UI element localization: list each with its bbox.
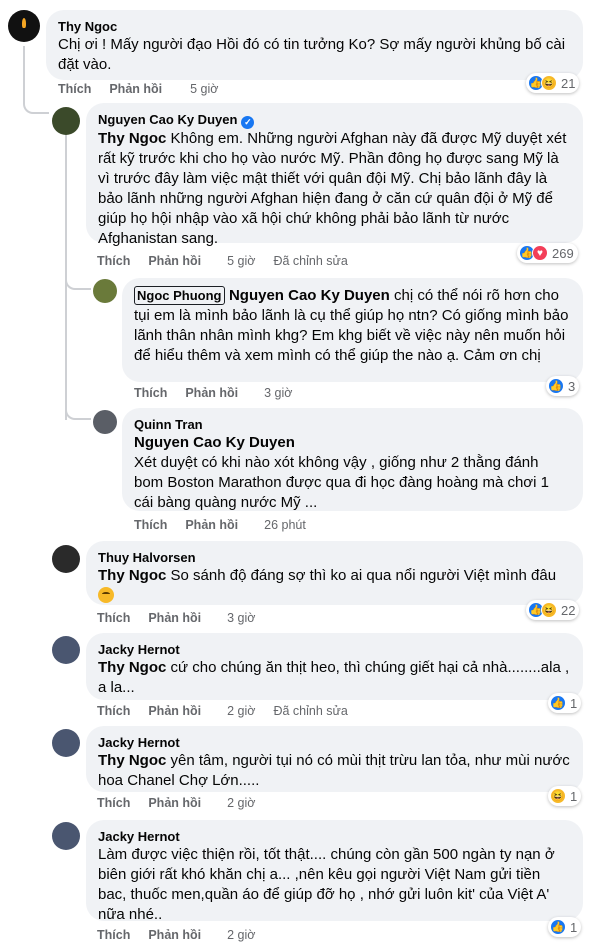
reply-button[interactable]: Phản hồi	[148, 928, 201, 942]
comment-text: Chị ơi ! Mấy người đạo Hồi đó có tin tưở…	[58, 36, 566, 73]
like-icon: 👍	[548, 378, 564, 394]
avatar[interactable]	[8, 10, 40, 42]
like-button[interactable]: Thích	[97, 796, 130, 810]
comment-author[interactable]: Thy Ngoc	[58, 18, 571, 35]
comment-time[interactable]: 3 giờ	[227, 611, 255, 625]
mention-link[interactable]: Nguyen Cao Ky Duyen	[134, 433, 571, 453]
thread-line	[23, 90, 49, 114]
reaction-summary[interactable]: 👍 3	[546, 376, 580, 396]
reaction-summary[interactable]: 👍 😆 21	[526, 73, 580, 93]
edited-label: Đã chỉnh sửa	[273, 254, 348, 268]
avatar[interactable]	[52, 822, 80, 850]
reaction-summary[interactable]: 👍 ♥ 269	[517, 243, 578, 263]
comment-time[interactable]: 2 giờ	[227, 704, 255, 718]
avatar[interactable]	[93, 279, 117, 303]
comment-text: Thy Ngoc yên tâm, người tụi nó có mùi th…	[98, 752, 570, 789]
comment-text: Làm được việc thiện rồi, tốt thật.... ch…	[98, 846, 555, 923]
comment-author[interactable]: Ngoc Phuong	[134, 286, 225, 305]
comment-actions: Thích Phản hồi 26 phút	[134, 518, 306, 532]
reply-button[interactable]: Phản hồi	[109, 82, 162, 96]
avatar[interactable]	[52, 636, 80, 664]
comment-time[interactable]: 2 giờ	[227, 796, 255, 810]
mention-link[interactable]: Nguyen Cao Ky Duyen	[229, 287, 390, 304]
comment-time[interactable]: 5 giờ	[227, 254, 255, 268]
thread-line	[65, 396, 91, 420]
wink-emoji-icon	[98, 587, 114, 603]
reaction-count: 1	[570, 788, 578, 804]
mention-link[interactable]: Thy Ngoc	[98, 659, 166, 676]
thread-line	[65, 266, 91, 290]
verified-badge-icon: ✓	[241, 116, 255, 129]
comment-bubble: Quinn Tran Nguyen Cao Ky Duyen Xét duyệt…	[122, 408, 583, 511]
haha-icon: 😆	[550, 788, 566, 804]
like-button[interactable]: Thích	[134, 386, 167, 400]
mention-link[interactable]: Thy Ngoc	[98, 130, 166, 147]
reaction-summary[interactable]: 👍 1	[548, 693, 582, 713]
reply-button[interactable]: Phản hồi	[148, 611, 201, 625]
reaction-summary[interactable]: 👍 1	[548, 917, 582, 937]
mention-link[interactable]: Thy Ngoc	[98, 567, 166, 584]
comment-author[interactable]: Quinn Tran	[134, 416, 571, 433]
comment-author[interactable]: Jacky Hernot	[98, 734, 571, 751]
comment-text: Thy Ngoc So sánh độ đáng sợ thì ko ai qu…	[98, 567, 556, 604]
reply-button[interactable]: Phản hồi	[148, 796, 201, 810]
love-icon: ♥	[532, 245, 548, 261]
comment-actions: Thích Phản hồi 2 giờ	[97, 796, 255, 810]
reaction-count: 269	[552, 245, 574, 261]
avatar[interactable]	[52, 729, 80, 757]
like-button[interactable]: Thích	[134, 518, 167, 532]
like-icon: 👍	[550, 695, 566, 711]
comment-author[interactable]: Jacky Hernot	[98, 641, 571, 658]
reply-button[interactable]: Phản hồi	[185, 386, 238, 400]
comment-actions: Thích Phản hồi 3 giờ	[97, 611, 255, 625]
comment-actions: Thích Phản hồi 2 giờ Đã chỉnh sửa	[97, 704, 348, 718]
like-button[interactable]: Thích	[97, 704, 130, 718]
comment-bubble: Jacky Hernot Thy Ngoc cứ cho chúng ăn th…	[86, 633, 583, 700]
comment-author[interactable]: Jacky Hernot	[98, 828, 571, 845]
comment-author[interactable]: Nguyen Cao Ky Duyen ✓	[98, 111, 571, 129]
comment-time[interactable]: 3 giờ	[264, 386, 292, 400]
reaction-count: 1	[570, 695, 578, 711]
avatar[interactable]	[52, 545, 80, 573]
mention-link[interactable]: Thy Ngoc	[98, 752, 166, 769]
reply-button[interactable]: Phản hồi	[185, 518, 238, 532]
reaction-summary[interactable]: 😆 1	[548, 786, 582, 806]
reaction-count: 3	[568, 378, 576, 394]
haha-icon: 😆	[541, 75, 557, 91]
like-icon: 👍	[550, 919, 566, 935]
avatar[interactable]	[93, 410, 117, 434]
comment-bubble: Nguyen Cao Ky Duyen ✓ Thy Ngoc Không em. …	[86, 103, 583, 247]
comment-text: Xét duyệt có khi nào xót không vậy , giố…	[134, 454, 549, 511]
comment-bubble: Jacky Hernot Thy Ngoc yên tâm, người tụi…	[86, 726, 583, 792]
like-button[interactable]: Thích	[97, 254, 130, 268]
reaction-summary[interactable]: 👍 😆 22	[526, 600, 580, 620]
like-button[interactable]: Thích	[97, 611, 130, 625]
reply-button[interactable]: Phản hồi	[148, 254, 201, 268]
reaction-count: 1	[570, 919, 578, 935]
comment-actions: Thích Phản hồi 5 giờ	[58, 82, 218, 96]
like-button[interactable]: Thích	[58, 82, 91, 96]
comment-bubble: Ngoc Phuong Nguyen Cao Ky Duyen chị có t…	[122, 278, 583, 382]
comment-actions: Thích Phản hồi 5 giờ Đã chỉnh sửa	[97, 254, 348, 268]
candle-icon	[22, 18, 26, 28]
comment-author[interactable]: Thuy Halvorsen	[98, 549, 571, 566]
like-button[interactable]: Thích	[97, 928, 130, 942]
comment-text: Thy Ngoc Không em. Những người Afghan nà…	[98, 130, 567, 247]
reaction-count: 21	[561, 75, 576, 91]
comment-time[interactable]: 26 phút	[264, 518, 306, 532]
edited-label: Đã chỉnh sửa	[273, 704, 348, 718]
avatar[interactable]	[52, 107, 80, 135]
comment-actions: Thích Phản hồi 3 giờ	[134, 386, 292, 400]
reaction-count: 22	[561, 602, 576, 618]
comment-bubble: Thuy Halvorsen Thy Ngoc So sánh độ đáng …	[86, 541, 583, 605]
haha-icon: 😆	[541, 602, 557, 618]
reply-button[interactable]: Phản hồi	[148, 704, 201, 718]
comment-bubble: Thy Ngoc Chị ơi ! Mấy người đạo Hồi đó c…	[46, 10, 583, 80]
comment-actions: Thích Phản hồi 2 giờ	[97, 928, 255, 942]
comment-time[interactable]: 2 giờ	[227, 928, 255, 942]
comment-time[interactable]: 5 giờ	[190, 82, 218, 96]
comment-text: Thy Ngoc cứ cho chúng ăn thịt heo, thì c…	[98, 659, 570, 696]
comment-bubble: Jacky Hernot Làm được việc thiện rồi, tố…	[86, 820, 583, 923]
